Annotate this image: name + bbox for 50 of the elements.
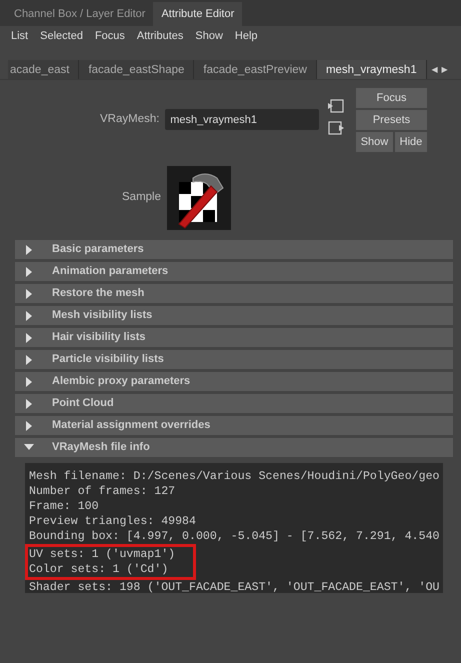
node-name-field[interactable]: mesh_vraymesh1	[165, 109, 320, 130]
section-header[interactable]: Animation parameters	[15, 262, 453, 281]
section-header[interactable]: Alembic proxy parameters	[15, 372, 453, 391]
expand-arrow-icon	[24, 310, 34, 320]
menu-item[interactable]: Selected	[34, 26, 89, 46]
section-header[interactable]: Mesh visibility lists	[15, 306, 453, 325]
expand-arrow-icon	[24, 398, 34, 408]
sample-label: Sample	[122, 190, 161, 206]
expand-arrow-icon	[24, 420, 34, 430]
copy-tab-icon[interactable]	[327, 98, 345, 114]
node-tab[interactable]: mesh_vraymesh1	[316, 60, 427, 79]
menu-item[interactable]: List	[5, 26, 34, 46]
info-line: Frame: 100	[29, 499, 100, 514]
presets-button[interactable]: Presets	[356, 110, 427, 130]
menu-item[interactable]: Show	[189, 26, 229, 46]
menu-item[interactable]: Focus	[88, 26, 131, 46]
section-header[interactable]: Restore the mesh	[15, 284, 453, 303]
section-header[interactable]: Particle visibility lists	[15, 350, 453, 369]
node-tab[interactable]: facade_eastPreview	[194, 60, 317, 79]
expand-arrow-icon	[24, 244, 34, 254]
collapse-arrow-icon	[24, 442, 34, 452]
focus-button[interactable]: Focus	[356, 88, 427, 108]
menu-item[interactable]: Help	[228, 26, 264, 46]
expand-arrow-icon	[24, 288, 34, 298]
info-line: Bounding box: [4.997, 0.000, -5.045] - [7.562, 7.291, 4.540	[29, 529, 440, 544]
panel-tab[interactable]: Channel Box / Layer Editor	[6, 2, 154, 26]
node-tab[interactable]: facade_eastShape	[79, 60, 194, 79]
section-header[interactable]: Point Cloud	[15, 394, 453, 413]
swatch-drawing	[166, 166, 231, 230]
expand-arrow-icon	[24, 354, 34, 364]
show-button[interactable]: Show	[356, 132, 393, 152]
field-label: VRayMesh:	[100, 112, 160, 127]
panel-tab[interactable]: Attribute Editor	[153, 2, 242, 26]
section-header[interactable]: Basic parameters	[15, 240, 453, 259]
expand-arrow-icon	[24, 332, 34, 342]
load-tab-icon[interactable]	[327, 120, 345, 136]
expand-arrow-icon	[24, 266, 34, 276]
info-line: Mesh filename: D:/Scenes/Various Scenes/Houdini/PolyGeo/geo	[29, 469, 440, 484]
section-header[interactable]: Material assignment overrides	[15, 416, 453, 435]
expand-arrow-icon	[24, 376, 34, 386]
info-line: Color sets: 1 ('Cd')	[29, 562, 170, 577]
info-line: Preview triangles: 49984	[29, 514, 197, 529]
info-line: Number of frames: 127	[29, 484, 176, 499]
hide-button[interactable]: Hide	[394, 132, 427, 152]
section-header[interactable]: VRayMesh file info	[15, 438, 453, 457]
section-header[interactable]: Hair visibility lists	[15, 328, 453, 347]
info-line: Shader sets: 198 ('OUT_FACADE_EAST', 'OUT_FACADE_EAST', 'OU	[29, 580, 440, 593]
info-line: UV sets: 1 ('uvmap1')	[29, 547, 176, 562]
menu-item[interactable]: Attributes	[130, 26, 190, 46]
node-tab[interactable]: acade_east	[8, 60, 80, 79]
